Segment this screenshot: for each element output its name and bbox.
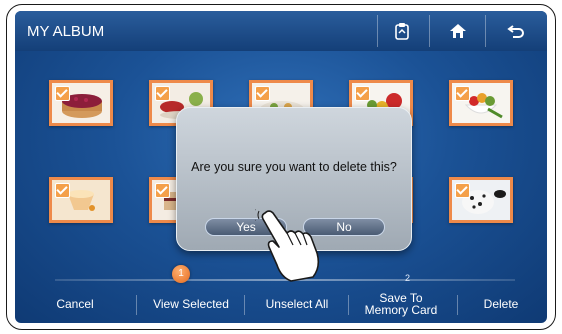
- home-button[interactable]: [435, 11, 481, 51]
- album-thumbnail[interactable]: [49, 80, 113, 126]
- divider: [136, 295, 137, 315]
- save-to-memory-card-button[interactable]: Save To Memory Card: [351, 285, 451, 323]
- selected-checkbox[interactable]: [155, 183, 170, 198]
- back-icon: [507, 25, 524, 38]
- unselect-all-button[interactable]: Unselect All: [247, 285, 347, 323]
- cancel-button[interactable]: Cancel: [23, 285, 127, 323]
- divider: [457, 295, 458, 315]
- save-label-line2: Memory Card: [364, 303, 438, 317]
- bottom-toolbar: Cancel View Selected Unselect All Save T…: [15, 285, 547, 323]
- divider: [348, 295, 349, 315]
- selected-checkbox[interactable]: [255, 86, 270, 101]
- next-page-number[interactable]: 2: [405, 273, 410, 283]
- selected-checkbox[interactable]: [155, 86, 170, 101]
- selected-checkbox[interactable]: [355, 86, 370, 101]
- delete-button[interactable]: Delete: [461, 285, 541, 323]
- album-thumbnail[interactable]: [449, 177, 513, 223]
- selected-checkbox[interactable]: [55, 183, 70, 198]
- current-page-indicator[interactable]: 1: [172, 265, 190, 283]
- selected-checkbox[interactable]: [455, 86, 470, 101]
- top-bar: MY ALBUM: [15, 11, 547, 51]
- device-frame: MY ALBUM Are you sure you want to delete…: [6, 4, 556, 330]
- screen: MY ALBUM Are you sure you want to delete…: [15, 11, 547, 323]
- page-title: MY ALBUM: [27, 23, 105, 40]
- memo-button[interactable]: [379, 11, 425, 51]
- memo-icon: [395, 23, 409, 40]
- selected-checkbox[interactable]: [455, 183, 470, 198]
- home-icon: [450, 24, 466, 38]
- view-selected-button[interactable]: View Selected: [139, 285, 243, 323]
- divider: [485, 15, 486, 47]
- divider: [377, 15, 378, 47]
- pointing-hand-icon: [255, 209, 320, 282]
- divider: [429, 15, 430, 47]
- divider: [244, 295, 245, 315]
- album-thumbnail[interactable]: [449, 80, 513, 126]
- back-button[interactable]: [493, 11, 539, 51]
- dialog-message: Are you sure you want to delete this?: [191, 160, 397, 174]
- album-thumbnail[interactable]: [49, 177, 113, 223]
- selected-checkbox[interactable]: [55, 86, 70, 101]
